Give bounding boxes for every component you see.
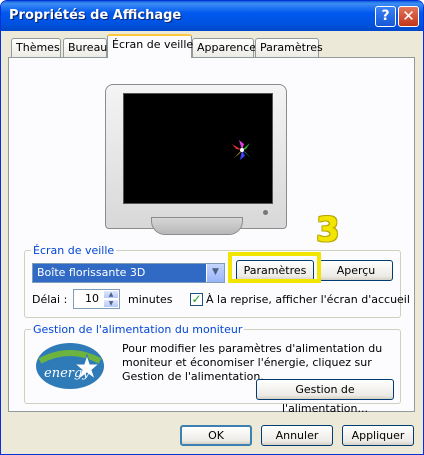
chevron-down-icon[interactable]: ▼ xyxy=(206,264,224,282)
callout-highlight-box xyxy=(228,252,321,283)
ok-button[interactable]: OK xyxy=(180,425,252,446)
power-description: Pour modifier les paramètres d'alimentat… xyxy=(122,342,383,383)
spin-down-icon[interactable]: ▼ xyxy=(103,299,119,308)
callout-number: 3 xyxy=(316,210,340,250)
display-properties-window: Propriétés de Affichage ? ✕ Thèmes Burea… xyxy=(0,0,424,455)
energy-logo-text: energy xyxy=(44,366,90,381)
delay-value: 10 xyxy=(85,292,99,305)
tab-themes[interactable]: Thèmes xyxy=(11,38,61,57)
title-bar[interactable]: Propriétés de Affichage ? ✕ xyxy=(1,1,423,31)
monitor-stand xyxy=(151,217,243,235)
delay-spinner[interactable]: 10 ▲ ▼ xyxy=(73,289,120,309)
preview-button[interactable]: Aperçu xyxy=(319,260,393,281)
monitor-power-light xyxy=(263,210,268,215)
tab-settings[interactable]: Paramètres xyxy=(255,38,323,57)
close-button[interactable]: ✕ xyxy=(398,6,419,27)
tab-appearance[interactable]: Apparence xyxy=(192,38,256,57)
ok-button-label: OK xyxy=(208,429,224,442)
tab-screensaver[interactable]: Écran de veille xyxy=(107,34,193,58)
power-management-button[interactable]: Gestion de l'alimentation... xyxy=(256,379,394,415)
screensaver-selected-value: Boîte florissante 3D xyxy=(37,266,146,279)
welcome-screen-checkbox-label[interactable]: À la reprise, afficher l'écran d'accueil xyxy=(206,293,410,306)
screensaver-group-title: Écran de veille xyxy=(31,244,117,257)
preview-button-label: Aperçu xyxy=(336,264,376,277)
cancel-button-label: Annuler xyxy=(275,429,319,442)
apply-button[interactable]: Appliquer xyxy=(342,425,414,446)
spin-up-icon[interactable]: ▲ xyxy=(103,290,119,299)
apply-button-label: Appliquer xyxy=(351,429,405,442)
power-management-button-label: Gestion de l'alimentation... xyxy=(281,383,368,415)
power-group-title: Gestion de l'alimentation du moniteur xyxy=(31,323,245,336)
energy-star-logo: energy xyxy=(34,339,106,391)
screensaver-preview-screen xyxy=(123,93,273,204)
flower-box-icon xyxy=(232,140,251,160)
help-button[interactable]: ? xyxy=(375,6,396,27)
welcome-screen-checkbox[interactable]: ✓ xyxy=(190,293,203,306)
minutes-label: minutes xyxy=(128,293,173,306)
delay-label: Délai : xyxy=(32,293,68,306)
tab-desktop[interactable]: Bureau xyxy=(63,38,107,57)
window-title: Propriétés de Affichage xyxy=(9,8,182,23)
screensaver-select[interactable]: Boîte florissante 3D ▼ xyxy=(32,263,225,283)
cancel-button[interactable]: Annuler xyxy=(261,425,333,446)
